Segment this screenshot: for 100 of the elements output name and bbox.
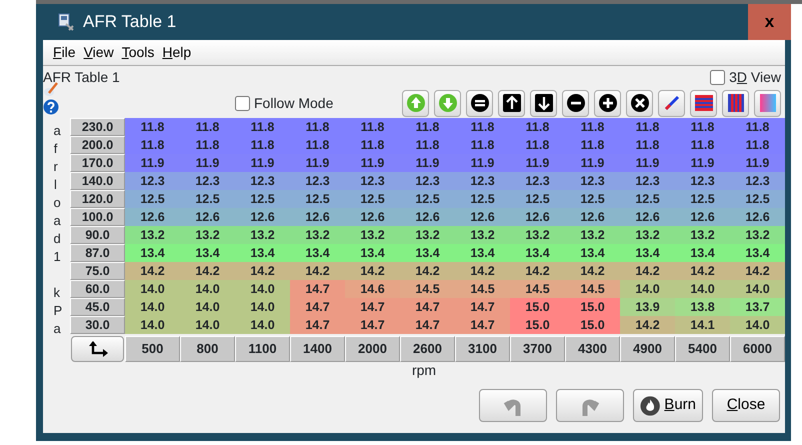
table-cell[interactable]: 13.4 [675,244,730,262]
table-cell[interactable]: 12.5 [290,190,345,208]
table-cell[interactable]: 14.2 [125,262,180,280]
table-cell[interactable]: 12.5 [345,190,400,208]
table-cell[interactable]: 11.9 [675,154,730,172]
table-cell[interactable]: 14.2 [455,262,510,280]
table-cell[interactable]: 11.8 [345,136,400,154]
table-cell[interactable]: 11.8 [235,118,290,136]
table-cell[interactable]: 13.4 [125,244,180,262]
table-cell[interactable]: 12.5 [565,190,620,208]
table-cell[interactable]: 14.2 [290,262,345,280]
add-button[interactable] [594,90,621,116]
table-cell[interactable]: 11.8 [180,136,235,154]
table-cell[interactable]: 12.3 [565,172,620,190]
table-cell[interactable]: 11.9 [290,154,345,172]
table-cell[interactable]: 12.6 [730,208,785,226]
table-cell[interactable]: 14.0 [125,280,180,298]
table-cell[interactable]: 12.3 [290,172,345,190]
table-cell[interactable]: 12.5 [620,190,675,208]
checkbox-label[interactable]: Follow Mode [254,92,334,114]
table-cell[interactable]: 11.9 [345,154,400,172]
close-button[interactable]: x [748,4,791,40]
horizontal-interpolate-button[interactable] [722,90,749,116]
table-cell[interactable]: 12.5 [125,190,180,208]
table-cell[interactable]: 11.8 [125,136,180,154]
table-cell[interactable]: 13.2 [565,226,620,244]
table-cell[interactable]: 13.2 [345,226,400,244]
table-cell[interactable]: 12.6 [345,208,400,226]
view-3d-checkbox[interactable] [710,70,726,84]
table-cell[interactable]: 13.4 [290,244,345,262]
table-cell[interactable]: 14.2 [510,262,565,280]
table-cell[interactable]: 14.0 [730,280,785,298]
table-cell[interactable]: 14.5 [400,280,455,298]
table-cell[interactable]: 14.0 [125,298,180,316]
table-cell[interactable]: 12.5 [400,190,455,208]
table-cell[interactable]: 13.2 [675,226,730,244]
table-cell[interactable]: 11.8 [455,136,510,154]
menu-item[interactable]: File [53,42,76,63]
table-cell[interactable]: 12.6 [455,208,510,226]
table-cell[interactable]: 14.0 [180,280,235,298]
table-cell[interactable]: 14.2 [730,262,785,280]
table-cell[interactable]: 13.2 [455,226,510,244]
table-cell[interactable]: 14.2 [675,262,730,280]
table-cell[interactable]: 11.8 [565,118,620,136]
table-cell[interactable]: 14.5 [455,280,510,298]
table-cell[interactable]: 14.0 [730,316,785,334]
table-cell[interactable]: 13.4 [565,244,620,262]
table-cell[interactable]: 14.0 [620,280,675,298]
table-cell[interactable]: 11.8 [180,118,235,136]
table-cell[interactable]: 12.6 [675,208,730,226]
table-cell[interactable]: 11.8 [675,136,730,154]
table-cell[interactable]: 14.7 [290,280,345,298]
table-cell[interactable]: 12.6 [180,208,235,226]
table-cell[interactable]: 13.8 [675,298,730,316]
close-button[interactable]: Close [712,389,780,422]
table-cell[interactable]: 12.6 [565,208,620,226]
table-cell[interactable]: 11.8 [455,118,510,136]
table-cell[interactable]: 12.5 [235,190,290,208]
table-cell[interactable]: 11.9 [730,154,785,172]
menu-item[interactable]: Tools [122,42,154,63]
axis-swap-button[interactable] [71,336,124,362]
table-cell[interactable]: 12.6 [290,208,345,226]
help-icon[interactable] [43,99,59,115]
table-cell[interactable]: 14.7 [345,298,400,316]
edit-icon[interactable] [43,81,59,97]
table-cell[interactable]: 14.7 [290,298,345,316]
table-cell[interactable]: 12.5 [675,190,730,208]
smooth-button[interactable] [754,90,781,116]
menu-item[interactable]: Help [162,42,192,63]
table-cell[interactable]: 12.5 [510,190,565,208]
table-cell[interactable]: 14.2 [180,262,235,280]
table-cell[interactable]: 14.2 [620,262,675,280]
menu-item[interactable]: View [84,42,114,63]
table-cell[interactable]: 13.2 [180,226,235,244]
table-cell[interactable]: 12.3 [400,172,455,190]
table-cell[interactable]: 13.2 [235,226,290,244]
follow-mode-checkbox[interactable] [235,96,250,110]
table-cell[interactable]: 13.4 [455,244,510,262]
table-cell[interactable]: 11.9 [455,154,510,172]
table-cell[interactable]: 14.2 [620,316,675,334]
increment-button[interactable] [498,90,525,116]
table-cell[interactable]: 13.9 [620,298,675,316]
table-cell[interactable]: 11.8 [235,136,290,154]
table-cell[interactable]: 13.2 [125,226,180,244]
table-cell[interactable]: 13.2 [290,226,345,244]
burn-button[interactable]: Burn [633,389,703,422]
table-cell[interactable]: 13.4 [235,244,290,262]
table-cell[interactable]: 14.0 [235,280,290,298]
table-cell[interactable]: 13.4 [180,244,235,262]
table-cell[interactable]: 14.7 [345,316,400,334]
table-cell[interactable]: 12.5 [730,190,785,208]
table-cell[interactable]: 11.8 [565,136,620,154]
table-cell[interactable]: 14.0 [180,316,235,334]
decrement-button[interactable] [530,90,557,116]
table-cell[interactable]: 12.3 [235,172,290,190]
table-cell[interactable]: 12.3 [180,172,235,190]
table-cell[interactable]: 14.7 [455,316,510,334]
table-cell[interactable]: 14.0 [675,280,730,298]
table-cell[interactable]: 13.2 [510,226,565,244]
table-cell[interactable]: 14.7 [400,298,455,316]
